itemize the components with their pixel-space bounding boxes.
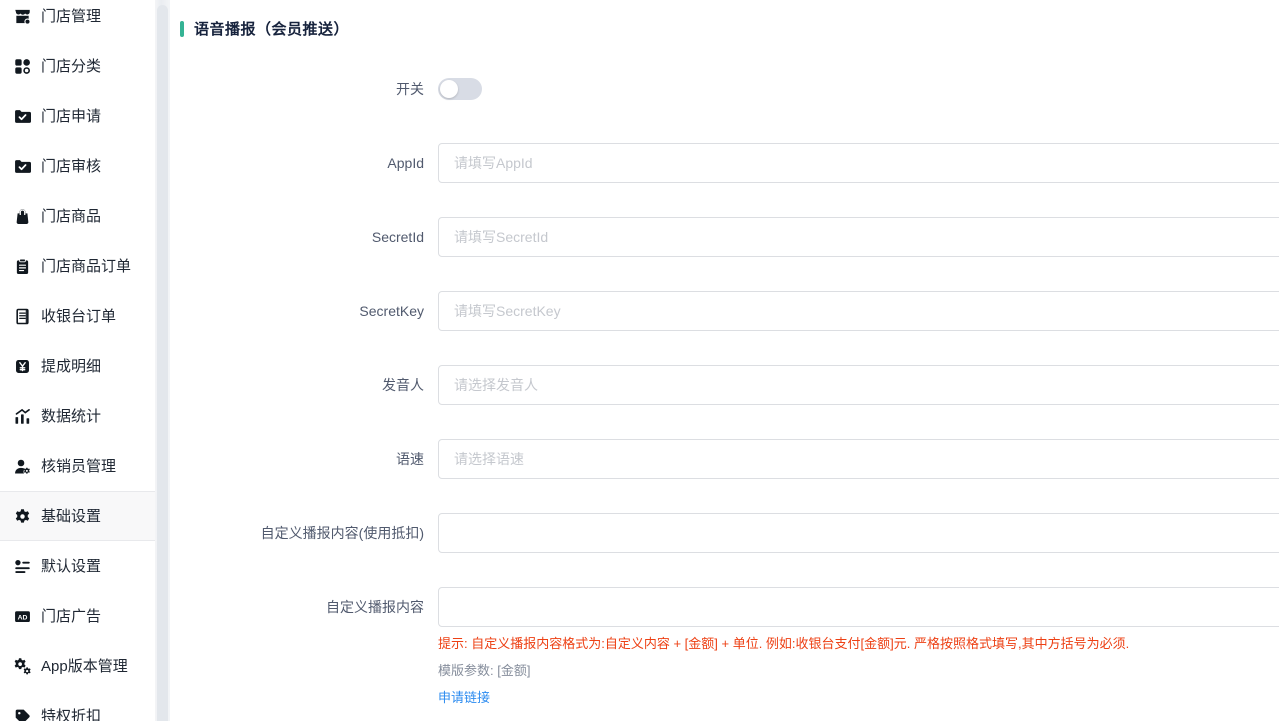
- toggle-knob-icon: [440, 80, 458, 98]
- sidebar-item-label: 核销员管理: [41, 459, 116, 474]
- main-content: 语音播报（会员推送） 开关 AppId SecretId SecretKey 发音人语…: [170, 0, 1279, 721]
- sidebar-item-label: 门店审核: [41, 159, 101, 174]
- sidebar-item-default-settings[interactable]: 默认设置: [0, 541, 155, 591]
- svg-text:AD: AD: [18, 614, 28, 621]
- speech-speed-select[interactable]: [438, 439, 1279, 479]
- sidebar-item-label: 特权折扣: [41, 709, 101, 721]
- custom-content-input[interactable]: [438, 587, 1279, 627]
- field-row-voice-person: 发音人: [170, 365, 1279, 405]
- voice-person-select[interactable]: [438, 365, 1279, 405]
- sidebar-item-store-category[interactable]: 门店分类: [0, 41, 155, 91]
- sidebar-scrollbar-thumb[interactable]: [157, 5, 168, 721]
- storefront-icon: [14, 8, 31, 25]
- switch-field-label: 开关: [170, 69, 424, 109]
- format-hint-text: 提示: 自定义播报内容格式为:自定义内容 + [金额] + 单位. 例如:收银台…: [438, 636, 1279, 651]
- sidebar: 门店管理门店分类门店申请门店审核门店商品门店商品订单收银台订单提成明细数据统计核…: [0, 0, 155, 721]
- sidebar-item-cashier-orders[interactable]: 收银台订单: [0, 291, 155, 341]
- folder-check-icon: [14, 108, 31, 125]
- sidebar-item-store-ads[interactable]: AD 门店广告: [0, 591, 155, 641]
- tag-icon: [14, 708, 31, 721]
- gear-icon: [14, 508, 31, 525]
- custom-content-deduct-input[interactable]: [438, 513, 1279, 553]
- app-root: 门店管理门店分类门店申请门店审核门店商品门店商品订单收银台订单提成明细数据统计核…: [0, 0, 1279, 721]
- yen-icon: [14, 358, 31, 375]
- secretkey-input[interactable]: [438, 291, 1279, 331]
- sidebar-menu: 门店管理门店分类门店申请门店审核门店商品门店商品订单收银台订单提成明细数据统计核…: [0, 0, 155, 721]
- receipt-icon: [14, 308, 31, 325]
- chart-icon: [14, 408, 31, 425]
- custom-content-label: 自定义播报内容: [170, 587, 424, 627]
- sidebar-item-store-application[interactable]: 门店申请: [0, 91, 155, 141]
- double-gear-icon: [14, 658, 31, 675]
- secretid-input[interactable]: [438, 217, 1279, 257]
- sidebar-item-app-version[interactable]: App版本管理: [0, 641, 155, 691]
- person-gear-icon: [14, 458, 31, 475]
- ad-icon: AD: [14, 608, 31, 625]
- sidebar-item-label: 门店申请: [41, 109, 101, 124]
- field-row-custom-content-deduct: 自定义播报内容(使用抵扣): [170, 513, 1279, 553]
- field-row-appid: AppId: [170, 143, 1279, 183]
- sidebar-item-label: 门店分类: [41, 59, 101, 74]
- voice-person-label: 发音人: [170, 365, 424, 405]
- sidebar-item-label: 收银台订单: [41, 309, 116, 324]
- switch-control-wrap: [438, 78, 482, 100]
- field-row-secretid: SecretId: [170, 217, 1279, 257]
- sidebar-item-label: 提成明细: [41, 359, 101, 374]
- secretkey-label: SecretKey: [170, 291, 424, 331]
- appid-input[interactable]: [438, 143, 1279, 183]
- sidebar-item-verifier-management[interactable]: 核销员管理: [0, 441, 155, 491]
- sidebar-item-data-statistics[interactable]: 数据统计: [0, 391, 155, 441]
- sidebar-item-label: 门店管理: [41, 9, 101, 24]
- sidebar-item-commission-details[interactable]: 提成明细: [0, 341, 155, 391]
- field-row-custom-content: 自定义播报内容: [170, 587, 1279, 627]
- apply-link[interactable]: 申请链接: [438, 690, 490, 705]
- sidebar-item-store-management[interactable]: 门店管理: [0, 0, 155, 41]
- voice-broadcast-toggle[interactable]: [438, 78, 482, 100]
- clipboard-icon: [14, 258, 31, 275]
- sidebar-item-privilege-discount[interactable]: 特权折扣: [0, 691, 155, 721]
- sidebar-item-label: 默认设置: [41, 559, 101, 574]
- field-row-switch: 开关: [170, 69, 1279, 109]
- sidebar-scrollbar-track[interactable]: [155, 0, 170, 721]
- sidebar-item-label: 基础设置: [41, 509, 101, 524]
- section-header: 语音播报（会员推送）: [180, 20, 1279, 37]
- sidebar-item-label: 数据统计: [41, 409, 101, 424]
- category-grid-icon: [14, 58, 31, 75]
- sidebar-item-basic-settings[interactable]: 基础设置: [0, 491, 155, 541]
- folder-check-icon: [14, 158, 31, 175]
- sidebar-item-label: App版本管理: [41, 659, 128, 674]
- sidebar-item-label: 门店商品: [41, 209, 101, 224]
- sidebar-item-store-goods-orders[interactable]: 门店商品订单: [0, 241, 155, 291]
- section-accent-bar: [180, 21, 184, 37]
- appid-label: AppId: [170, 143, 424, 183]
- template-param-text: 模版参数: [金额]: [438, 663, 1279, 678]
- hint-block: 提示: 自定义播报内容格式为:自定义内容 + [金额] + 单位. 例如:收银台…: [438, 636, 1279, 707]
- secretid-label: SecretId: [170, 217, 424, 257]
- field-row-secretkey: SecretKey: [170, 291, 1279, 331]
- bag-icon: [14, 208, 31, 225]
- voice-broadcast-form: 开关 AppId SecretId SecretKey 发音人语速自定义播报内容(使用…: [170, 69, 1279, 707]
- field-row-speech-speed: 语速: [170, 439, 1279, 479]
- page-title: 语音播报（会员推送）: [194, 18, 349, 39]
- sidebar-item-label: 门店广告: [41, 609, 101, 624]
- sidebar-item-label: 门店商品订单: [41, 259, 131, 274]
- field-rows: AppId SecretId SecretKey 发音人语速自定义播报内容(使用抵扣)…: [170, 143, 1279, 627]
- list-radio-icon: [14, 558, 31, 575]
- sidebar-item-store-review[interactable]: 门店审核: [0, 141, 155, 191]
- speech-speed-label: 语速: [170, 439, 424, 479]
- custom-content-deduct-label: 自定义播报内容(使用抵扣): [170, 513, 424, 553]
- sidebar-item-store-goods[interactable]: 门店商品: [0, 191, 155, 241]
